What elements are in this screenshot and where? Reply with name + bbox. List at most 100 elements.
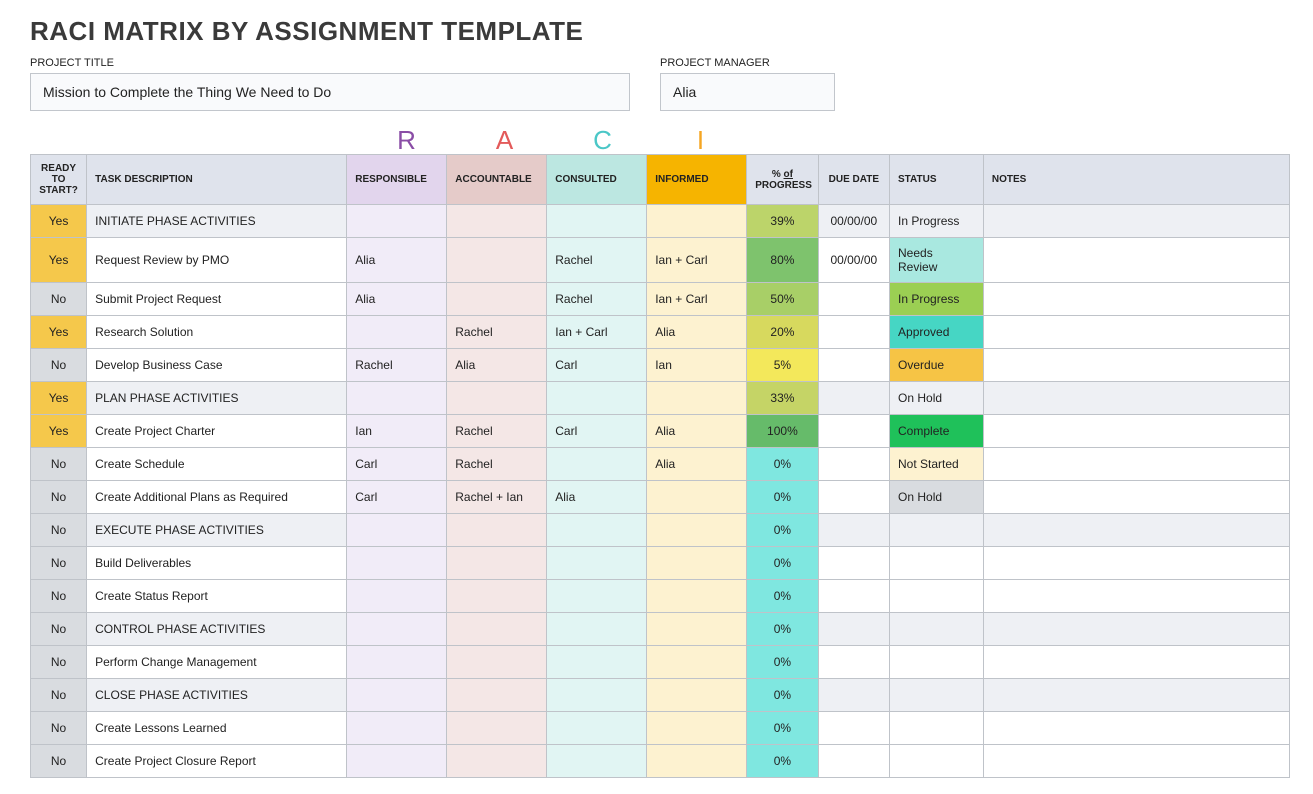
cell-due-date[interactable]	[818, 316, 889, 349]
cell-status[interactable]: In Progress	[890, 283, 984, 316]
cell-ready[interactable]: No	[31, 745, 87, 778]
cell-informed[interactable]	[647, 382, 747, 415]
cell-responsible[interactable]	[347, 514, 447, 547]
cell-task-description[interactable]: Perform Change Management	[87, 646, 347, 679]
cell-progress[interactable]: 0%	[747, 712, 818, 745]
cell-status[interactable]	[890, 679, 984, 712]
cell-progress[interactable]: 39%	[747, 205, 818, 238]
cell-responsible[interactable]	[347, 580, 447, 613]
cell-responsible[interactable]	[347, 547, 447, 580]
cell-due-date[interactable]: 00/00/00	[818, 205, 889, 238]
cell-notes[interactable]	[983, 481, 1289, 514]
cell-progress[interactable]: 5%	[747, 349, 818, 382]
cell-accountable[interactable]	[447, 283, 547, 316]
project-manager-value[interactable]: Alia	[660, 73, 835, 111]
cell-consulted[interactable]	[547, 580, 647, 613]
cell-status[interactable]: Approved	[890, 316, 984, 349]
cell-due-date[interactable]	[818, 679, 889, 712]
cell-progress[interactable]: 33%	[747, 382, 818, 415]
cell-notes[interactable]	[983, 283, 1289, 316]
cell-status[interactable]: Not Started	[890, 448, 984, 481]
cell-informed[interactable]	[647, 547, 747, 580]
cell-status[interactable]: On Hold	[890, 382, 984, 415]
cell-consulted[interactable]	[547, 745, 647, 778]
cell-consulted[interactable]	[547, 613, 647, 646]
cell-accountable[interactable]: Rachel	[447, 415, 547, 448]
cell-responsible[interactable]	[347, 382, 447, 415]
cell-ready[interactable]: No	[31, 349, 87, 382]
cell-task-description[interactable]: INITIATE PHASE ACTIVITIES	[87, 205, 347, 238]
cell-task-description[interactable]: Request Review by PMO	[87, 238, 347, 283]
cell-due-date[interactable]	[818, 448, 889, 481]
cell-consulted[interactable]: Rachel	[547, 238, 647, 283]
cell-ready[interactable]: No	[31, 712, 87, 745]
cell-accountable[interactable]: Rachel	[447, 316, 547, 349]
cell-consulted[interactable]	[547, 547, 647, 580]
cell-informed[interactable]	[647, 481, 747, 514]
cell-notes[interactable]	[983, 382, 1289, 415]
cell-accountable[interactable]	[447, 646, 547, 679]
cell-due-date[interactable]	[818, 547, 889, 580]
cell-consulted[interactable]: Carl	[547, 415, 647, 448]
cell-ready[interactable]: No	[31, 481, 87, 514]
cell-informed[interactable]: Ian + Carl	[647, 238, 747, 283]
cell-task-description[interactable]: CLOSE PHASE ACTIVITIES	[87, 679, 347, 712]
cell-progress[interactable]: 0%	[747, 679, 818, 712]
cell-notes[interactable]	[983, 646, 1289, 679]
cell-progress[interactable]: 0%	[747, 448, 818, 481]
cell-status[interactable]: Needs Review	[890, 238, 984, 283]
cell-progress[interactable]: 0%	[747, 547, 818, 580]
cell-accountable[interactable]	[447, 514, 547, 547]
cell-accountable[interactable]	[447, 382, 547, 415]
cell-consulted[interactable]: Rachel	[547, 283, 647, 316]
cell-task-description[interactable]: Create Status Report	[87, 580, 347, 613]
cell-accountable[interactable]	[447, 613, 547, 646]
cell-notes[interactable]	[983, 712, 1289, 745]
cell-task-description[interactable]: EXECUTE PHASE ACTIVITIES	[87, 514, 347, 547]
cell-informed[interactable]: Alia	[647, 415, 747, 448]
cell-accountable[interactable]: Alia	[447, 349, 547, 382]
cell-progress[interactable]: 0%	[747, 646, 818, 679]
cell-ready[interactable]: No	[31, 547, 87, 580]
cell-ready[interactable]: No	[31, 283, 87, 316]
cell-task-description[interactable]: Create Additional Plans as Required	[87, 481, 347, 514]
cell-notes[interactable]	[983, 415, 1289, 448]
cell-accountable[interactable]	[447, 580, 547, 613]
cell-progress[interactable]: 20%	[747, 316, 818, 349]
cell-due-date[interactable]	[818, 514, 889, 547]
cell-due-date[interactable]	[818, 712, 889, 745]
cell-notes[interactable]	[983, 205, 1289, 238]
cell-status[interactable]: Complete	[890, 415, 984, 448]
cell-consulted[interactable]	[547, 679, 647, 712]
cell-ready[interactable]: No	[31, 679, 87, 712]
cell-task-description[interactable]: Create Project Charter	[87, 415, 347, 448]
cell-accountable[interactable]	[447, 745, 547, 778]
cell-consulted[interactable]: Ian + Carl	[547, 316, 647, 349]
cell-responsible[interactable]	[347, 646, 447, 679]
cell-informed[interactable]	[647, 646, 747, 679]
cell-consulted[interactable]	[547, 205, 647, 238]
cell-status[interactable]	[890, 712, 984, 745]
cell-notes[interactable]	[983, 745, 1289, 778]
cell-due-date[interactable]	[818, 646, 889, 679]
cell-status[interactable]	[890, 646, 984, 679]
cell-consulted[interactable]	[547, 382, 647, 415]
cell-status[interactable]: On Hold	[890, 481, 984, 514]
cell-responsible[interactable]	[347, 205, 447, 238]
cell-due-date[interactable]	[818, 283, 889, 316]
cell-due-date[interactable]	[818, 382, 889, 415]
cell-accountable[interactable]: Rachel + Ian	[447, 481, 547, 514]
cell-accountable[interactable]	[447, 238, 547, 283]
cell-ready[interactable]: Yes	[31, 382, 87, 415]
cell-due-date[interactable]	[818, 745, 889, 778]
cell-consulted[interactable]: Alia	[547, 481, 647, 514]
cell-ready[interactable]: No	[31, 580, 87, 613]
cell-informed[interactable]: Alia	[647, 448, 747, 481]
cell-accountable[interactable]	[447, 547, 547, 580]
cell-consulted[interactable]	[547, 514, 647, 547]
cell-notes[interactable]	[983, 613, 1289, 646]
cell-informed[interactable]	[647, 679, 747, 712]
cell-due-date[interactable]	[818, 349, 889, 382]
cell-responsible[interactable]: Carl	[347, 448, 447, 481]
cell-responsible[interactable]: Ian	[347, 415, 447, 448]
